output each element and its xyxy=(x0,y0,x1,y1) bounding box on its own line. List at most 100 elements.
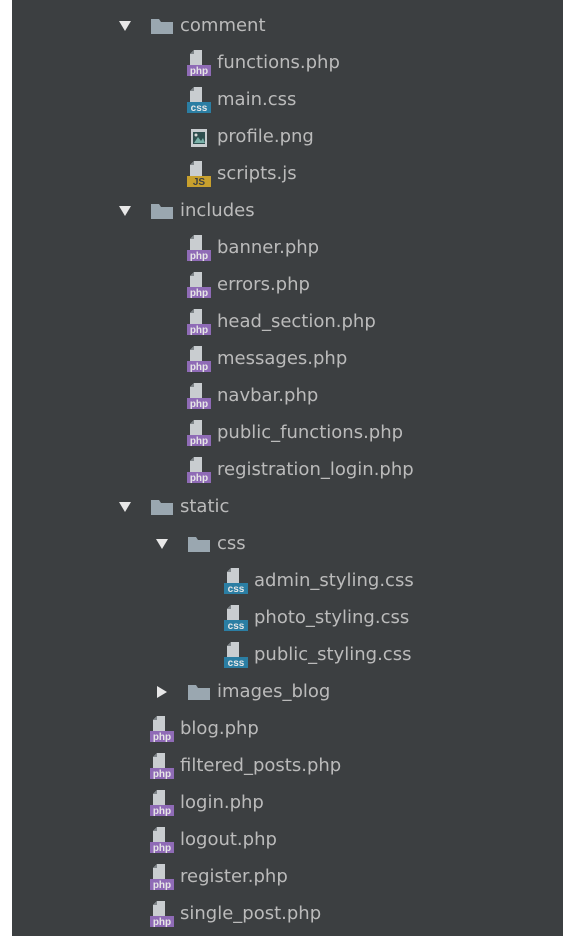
tree-item-label: filtered_posts.php xyxy=(180,754,342,776)
tree-item-label: static xyxy=(180,495,230,517)
file-row-profile-png[interactable]: profile.png xyxy=(12,118,563,155)
tree-item-label: single_post.php xyxy=(180,902,322,924)
file-row-single-post-php[interactable]: php single_post.php xyxy=(12,895,563,932)
php-file-icon: php xyxy=(187,308,211,336)
php-file-icon: php xyxy=(187,456,211,484)
tree-item-label: includes xyxy=(180,199,255,221)
folder-icon xyxy=(150,493,174,521)
svg-text:php: php xyxy=(190,399,208,410)
tree-item-label: images_blog xyxy=(217,680,331,702)
file-row-logout-php[interactable]: php logout.php xyxy=(12,821,563,858)
svg-text:css: css xyxy=(228,658,245,669)
folder-row-includes[interactable]: includes xyxy=(12,192,563,229)
folder-row-comment[interactable]: comment xyxy=(12,7,563,44)
php-file-icon: php xyxy=(187,419,211,447)
tree-item-label: errors.php xyxy=(217,273,310,295)
tree-item-label: public_styling.css xyxy=(254,643,412,665)
tree-item-label: css xyxy=(217,532,246,554)
project-tree-panel: comment php functions.php css main.css profil… xyxy=(12,0,563,936)
svg-text:php: php xyxy=(190,362,208,373)
tree-item-label: functions.php xyxy=(217,51,340,73)
php-file-icon: php xyxy=(187,234,211,262)
css-file-icon: css xyxy=(224,641,248,669)
folder-row-static[interactable]: static xyxy=(12,488,563,525)
svg-text:php: php xyxy=(153,769,171,780)
tree-item-label: messages.php xyxy=(217,347,348,369)
tree-item-label: comment xyxy=(180,14,266,36)
file-row-filtered-posts-php[interactable]: php filtered_posts.php xyxy=(12,747,563,784)
svg-text:php: php xyxy=(153,806,171,817)
php-file-icon: php xyxy=(150,789,174,817)
file-row-functions-php[interactable]: php functions.php xyxy=(12,44,563,81)
file-row-public-functions-php[interactable]: php public_functions.php xyxy=(12,414,563,451)
tree-item-label: profile.png xyxy=(217,125,314,147)
svg-text:JS: JS xyxy=(193,177,206,188)
svg-text:php: php xyxy=(153,843,171,854)
folder-icon xyxy=(187,530,211,558)
php-file-icon: php xyxy=(150,752,174,780)
svg-text:css: css xyxy=(228,621,245,632)
tree-item-label: scripts.js xyxy=(217,162,297,184)
file-row-public-styling-css[interactable]: css public_styling.css xyxy=(12,636,563,673)
file-row-navbar-php[interactable]: php navbar.php xyxy=(12,377,563,414)
tree-item-label: navbar.php xyxy=(217,384,319,406)
chevron-down-icon[interactable] xyxy=(114,15,136,37)
chevron-down-icon[interactable] xyxy=(114,200,136,222)
svg-text:php: php xyxy=(190,66,208,77)
folder-icon xyxy=(187,678,211,706)
tree-item-label: admin_styling.css xyxy=(254,569,414,591)
svg-text:php: php xyxy=(190,288,208,299)
chevron-down-icon[interactable] xyxy=(151,533,173,555)
file-row-head-section-php[interactable]: php head_section.php xyxy=(12,303,563,340)
php-file-icon: php xyxy=(187,49,211,77)
tree-item-label: photo_styling.css xyxy=(254,606,410,628)
css-file-icon: css xyxy=(187,86,211,114)
folder-row-images-blog[interactable]: images_blog xyxy=(12,673,563,710)
tree-item-label: login.php xyxy=(180,791,264,813)
php-file-icon: php xyxy=(150,863,174,891)
file-row-banner-php[interactable]: php banner.php xyxy=(12,229,563,266)
php-file-icon: php xyxy=(187,345,211,373)
tree-item-label: register.php xyxy=(180,865,288,887)
php-file-icon: php xyxy=(150,900,174,928)
css-file-icon: css xyxy=(224,567,248,595)
chevron-down-icon[interactable] xyxy=(114,496,136,518)
file-row-messages-php[interactable]: php messages.php xyxy=(12,340,563,377)
php-file-icon: php xyxy=(187,382,211,410)
folder-icon xyxy=(150,12,174,40)
file-row-scripts-js[interactable]: JS scripts.js xyxy=(12,155,563,192)
tree-item-label: head_section.php xyxy=(217,310,376,332)
folder-icon xyxy=(150,197,174,225)
folder-row-css[interactable]: css xyxy=(12,525,563,562)
file-row-register-php[interactable]: php register.php xyxy=(12,858,563,895)
file-row-admin-styling-css[interactable]: css admin_styling.css xyxy=(12,562,563,599)
tree-item-label: registration_login.php xyxy=(217,458,414,480)
svg-text:php: php xyxy=(190,473,208,484)
svg-text:php: php xyxy=(190,251,208,262)
svg-text:php: php xyxy=(190,436,208,447)
file-row-registration-login-php[interactable]: php registration_login.php xyxy=(12,451,563,488)
file-row-main-css[interactable]: css main.css xyxy=(12,81,563,118)
svg-text:css: css xyxy=(228,584,245,595)
css-file-icon: css xyxy=(224,604,248,632)
tree-item-label: logout.php xyxy=(180,828,277,850)
image-file-icon xyxy=(187,123,211,151)
svg-text:css: css xyxy=(191,103,208,114)
svg-text:php: php xyxy=(153,732,171,743)
js-file-icon: JS xyxy=(187,160,211,188)
tree-item-label: banner.php xyxy=(217,236,320,258)
file-row-login-php[interactable]: php login.php xyxy=(12,784,563,821)
svg-text:php: php xyxy=(153,917,171,928)
file-row-errors-php[interactable]: php errors.php xyxy=(12,266,563,303)
php-file-icon: php xyxy=(187,271,211,299)
file-row-photo-styling-css[interactable]: css photo_styling.css xyxy=(12,599,563,636)
chevron-right-icon[interactable] xyxy=(151,681,173,703)
php-file-icon: php xyxy=(150,715,174,743)
tree-item-label: main.css xyxy=(217,88,297,110)
svg-text:php: php xyxy=(153,880,171,891)
svg-text:php: php xyxy=(190,325,208,336)
tree-item-label: blog.php xyxy=(180,717,259,739)
php-file-icon: php xyxy=(150,826,174,854)
tree-item-label: public_functions.php xyxy=(217,421,404,443)
file-row-blog-php[interactable]: php blog.php xyxy=(12,710,563,747)
